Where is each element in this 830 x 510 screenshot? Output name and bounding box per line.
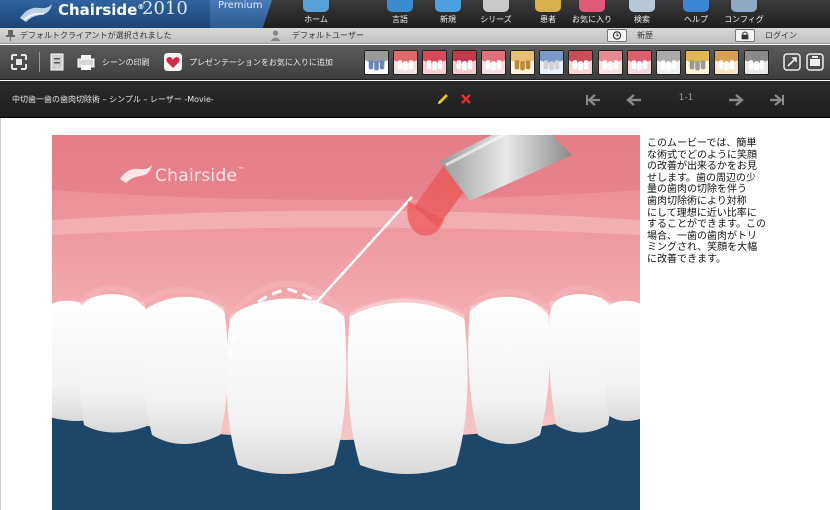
thumbnail-image — [744, 51, 768, 74]
dental-illustration — [52, 135, 640, 510]
thumbnail-image — [569, 51, 593, 74]
thumb-gum-red[interactable] — [393, 50, 419, 75]
app-name: Chairside® — [58, 1, 145, 19]
chairside-logo-icon — [20, 4, 52, 22]
top-menu-bar: Chairside® 2010 Premium ホーム 言語 新規 シリーズ 患者 お気に… — [0, 0, 830, 28]
menu-item-9[interactable]: コンフィグ — [724, 0, 764, 28]
thumb-drill[interactable] — [685, 50, 711, 75]
content-border — [0, 118, 1, 510]
thumbnail-image — [657, 51, 680, 74]
add-favorite-label[interactable]: プレゼンテーションをお気に入りに追加 — [189, 57, 333, 68]
favorites-icon — [579, 0, 605, 12]
menu-item-label: 検索 — [634, 15, 650, 24]
edition-label: Premium — [218, 0, 263, 11]
menu-item-4[interactable]: シリーズ — [476, 0, 516, 28]
menu-item-6[interactable]: お気に入り — [572, 0, 612, 28]
thumb-brush[interactable] — [714, 50, 740, 75]
user-status-text: デフォルトユーザー — [292, 31, 364, 40]
next-page-icon[interactable] — [728, 94, 744, 106]
new-icon — [435, 0, 461, 12]
menu-item-label: コンフィグ — [724, 15, 764, 24]
chairside-app: Chairside® 2010 Premium ホーム 言語 新規 シリーズ 患者 お気に… — [0, 0, 830, 510]
thumb-implant[interactable] — [743, 50, 769, 75]
thumbnail-image — [598, 51, 622, 74]
menu-item-7[interactable]: 検索 — [622, 0, 662, 28]
thumb-tooth-single[interactable] — [656, 50, 681, 75]
menu-item-label: ホーム — [304, 15, 328, 24]
expand-icon[interactable] — [783, 53, 801, 71]
thumbnail-image — [481, 51, 505, 74]
menu-item-3[interactable]: 新規 — [428, 0, 468, 28]
movie-title-bar: 中切歯一歯の歯肉切除術 – シンプル – レーザー -Movie- 1-1 — [0, 81, 830, 118]
chairside-watermark-icon — [120, 165, 152, 183]
thumbnail-image — [365, 51, 388, 74]
print-scene-label[interactable]: シーンの印刷 — [102, 57, 150, 68]
video-watermark: Chairside™ — [155, 166, 245, 186]
search-icon — [629, 0, 655, 12]
toolbar-divider — [39, 52, 40, 72]
edition-badge: Premium — [210, 0, 272, 28]
thumb-teeth-smile[interactable] — [451, 50, 477, 75]
thumb-tools[interactable] — [364, 50, 389, 75]
content-area: Chairside™ このムービーでは、簡単 な術式でどのように笑顔 の改善が出… — [0, 118, 830, 510]
previous-page-icon[interactable] — [626, 94, 642, 106]
present-icon[interactable] — [806, 53, 824, 71]
thumb-lips[interactable] — [480, 50, 506, 75]
menu-item-label: シリーズ — [480, 15, 512, 24]
language-icon — [387, 0, 413, 12]
clock-icon — [612, 31, 622, 40]
history-label: 新歴 — [637, 31, 653, 40]
client-pin-icon — [6, 30, 15, 41]
thumbnail-image — [715, 51, 739, 74]
lock-icon — [741, 31, 749, 40]
thumb-instrument[interactable] — [539, 50, 565, 75]
thumbnail-image — [423, 51, 447, 74]
thumbnail-image — [686, 51, 710, 74]
first-page-icon[interactable] — [585, 94, 601, 106]
thumb-jaw[interactable] — [626, 50, 652, 75]
movie-frame[interactable]: Chairside™ — [52, 135, 640, 510]
delete-icon[interactable] — [460, 93, 472, 105]
fullscreen-icon[interactable] — [10, 53, 28, 71]
series-icon — [483, 0, 509, 12]
thumb-teeth-open[interactable] — [422, 50, 448, 75]
toolbar: シーンの印刷 プレゼンテーションをお気に入りに追加 — [0, 45, 830, 80]
thumbnail-image — [394, 51, 418, 74]
edit-pencil-icon[interactable] — [437, 93, 449, 105]
menu-item-1[interactable]: ホーム — [296, 0, 336, 28]
thumb-teeth-front[interactable] — [597, 50, 623, 75]
login-button[interactable]: ログイン — [735, 29, 805, 42]
thumbnail-image — [511, 51, 534, 74]
page-indicator: 1-1 — [678, 93, 694, 103]
menu-item-8[interactable]: ヘルプ — [676, 0, 716, 28]
last-page-icon[interactable] — [769, 94, 785, 106]
brand-area: Chairside® 2010 — [0, 0, 210, 28]
app-year: 2010 — [142, 0, 188, 19]
document-icon[interactable] — [48, 53, 66, 71]
thumb-roots[interactable] — [510, 50, 535, 75]
movie-title: 中切歯一歯の歯肉切除術 – シンプル – レーザー -Movie- — [12, 95, 214, 104]
thumbnail-image — [540, 51, 564, 74]
thumbnail-image — [627, 51, 651, 74]
thumb-bite[interactable] — [568, 50, 594, 75]
help-icon — [683, 0, 709, 12]
login-label: ログイン — [765, 31, 797, 40]
config-icon — [731, 0, 757, 12]
status-bar: デフォルトクライアントが選択されました デフォルトユーザー 新歴 ログイン — [0, 28, 830, 44]
menu-item-2[interactable]: 言語 — [380, 0, 420, 28]
movie-description: このムービーでは、簡単 な術式でどのように笑顔 の改善が出来るかをお見 せします… — [647, 138, 766, 265]
user-icon — [270, 30, 281, 41]
add-favorite-icon[interactable] — [164, 53, 182, 71]
client-status-text: デフォルトクライアントが選択されました — [20, 31, 172, 40]
patient-icon — [535, 0, 561, 12]
thumbnail-image — [452, 51, 476, 74]
print-icon[interactable] — [77, 53, 95, 71]
home-icon — [303, 0, 329, 12]
history-button[interactable]: 新歴 — [607, 29, 667, 42]
